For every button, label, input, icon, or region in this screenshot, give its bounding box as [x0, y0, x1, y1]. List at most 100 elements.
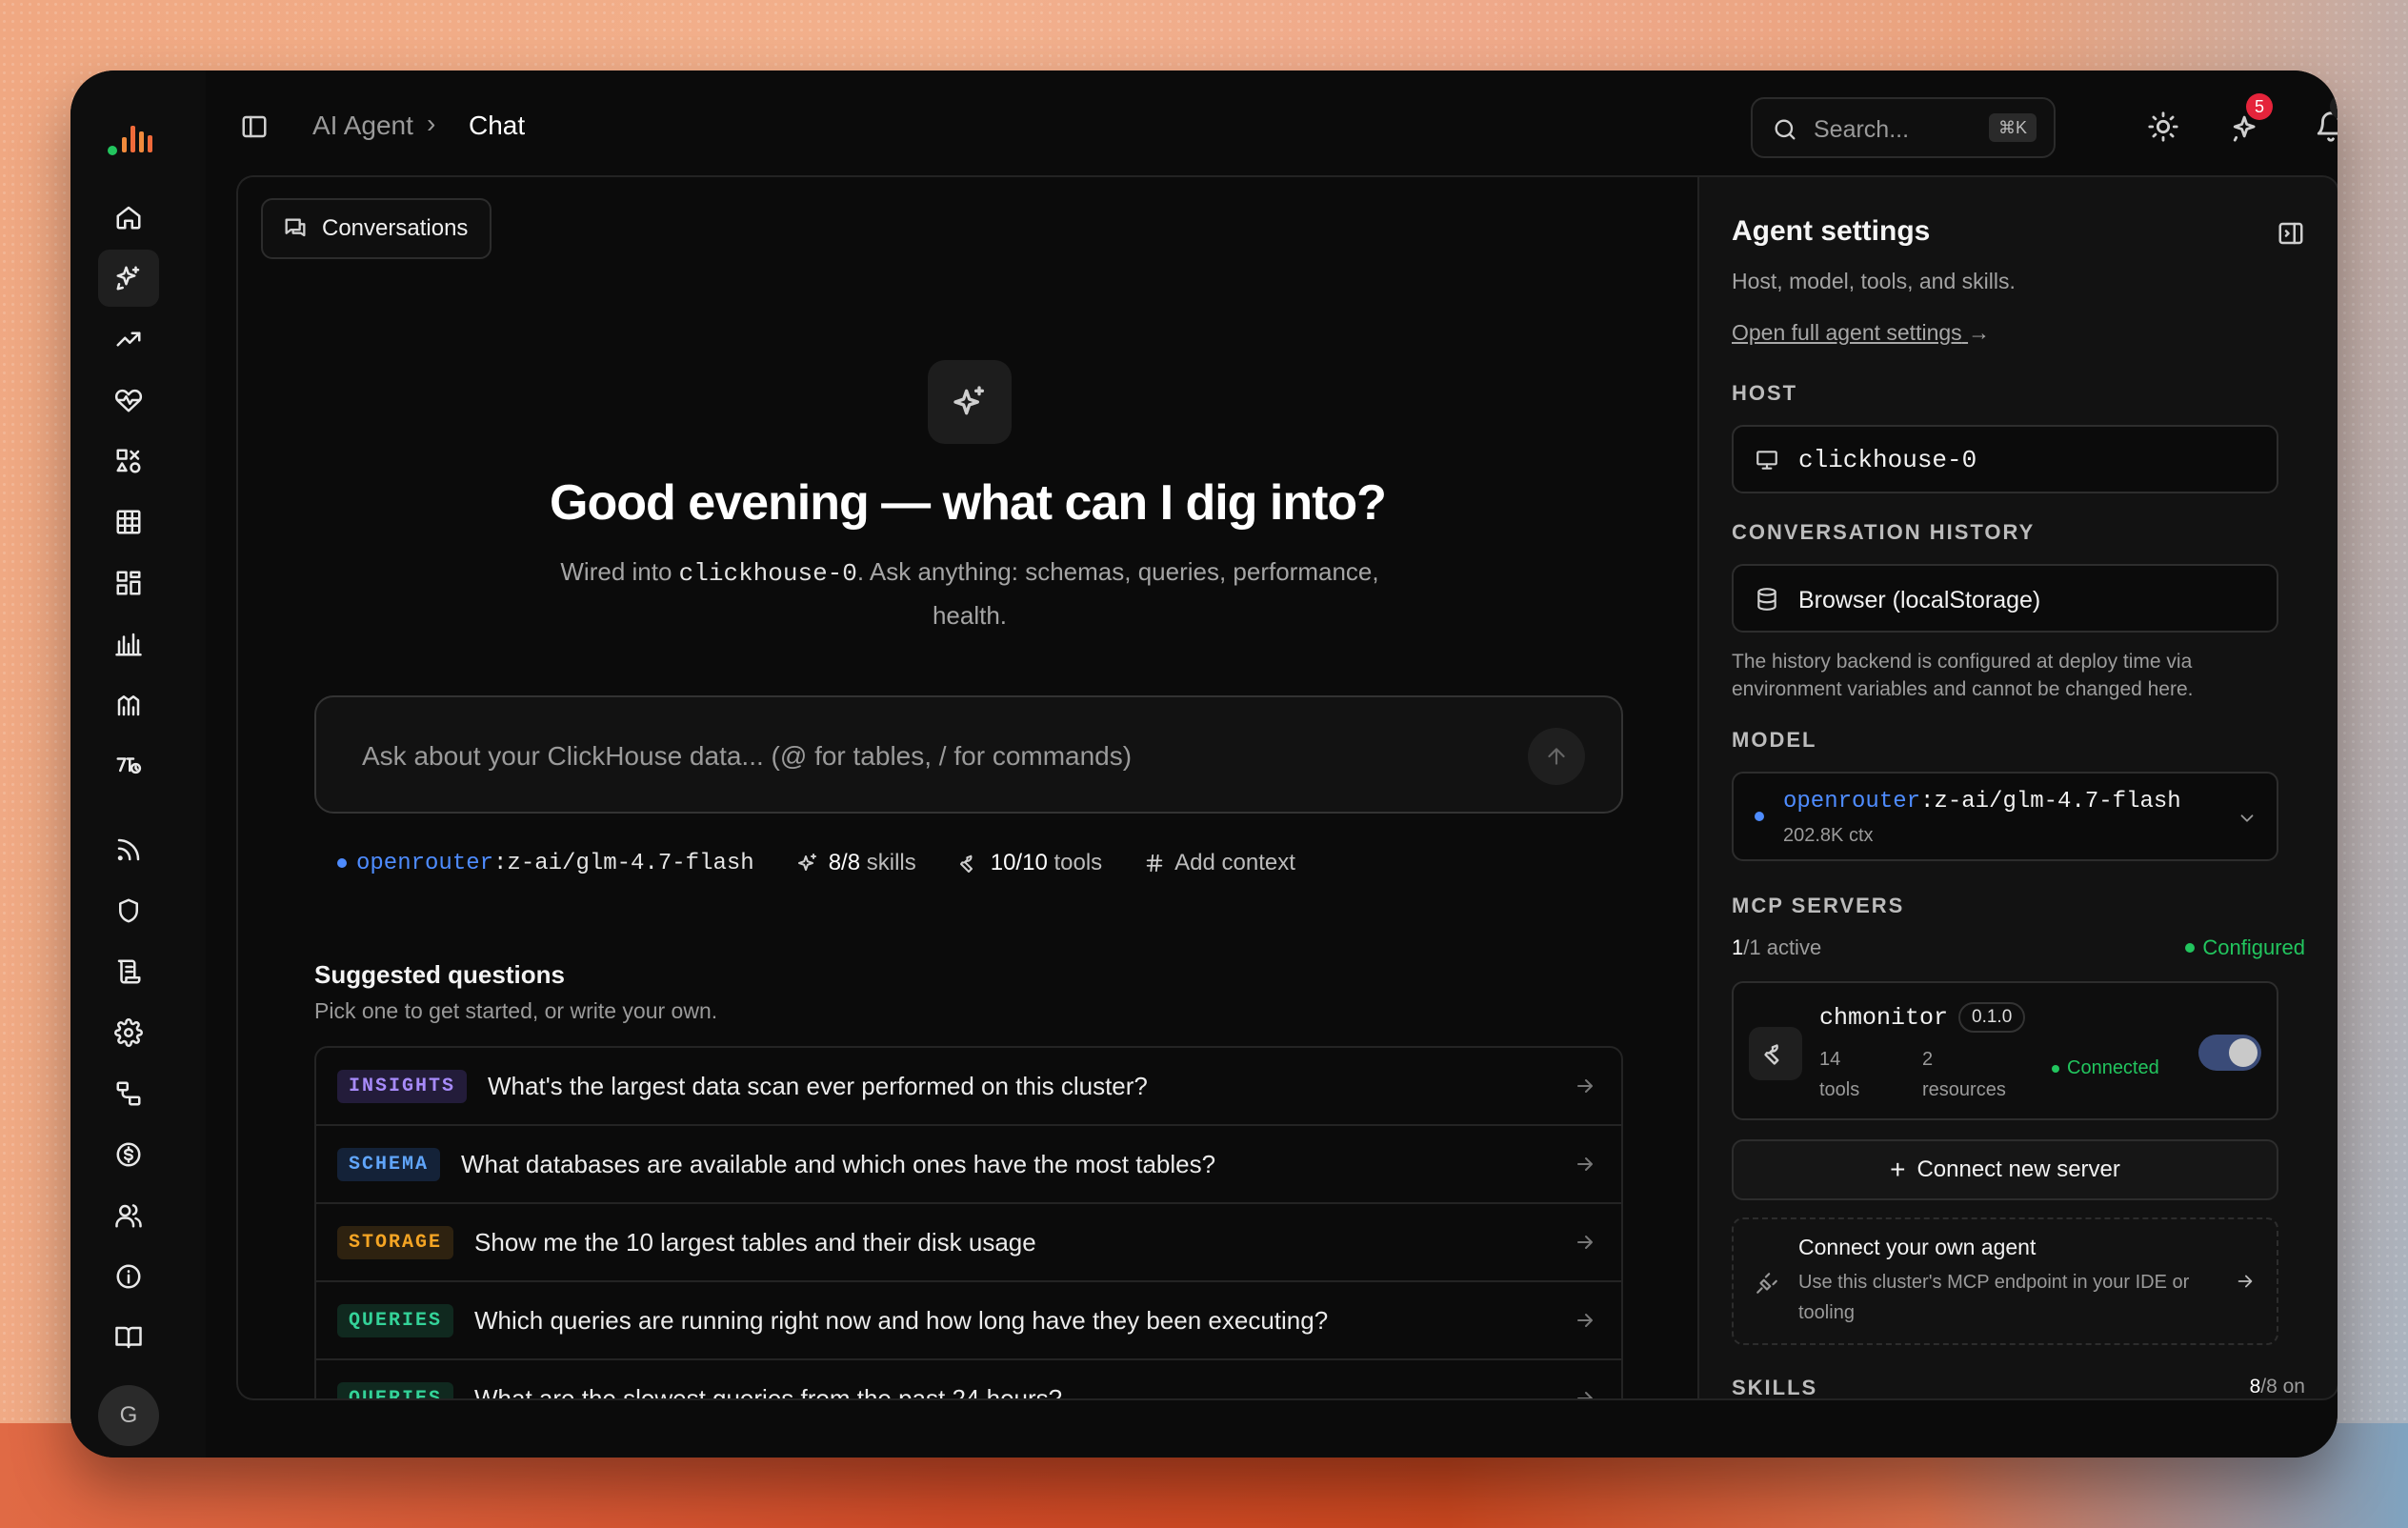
question-text: What databases are available and which o… [461, 1149, 1216, 1178]
arrow-right-icon [1577, 1157, 1593, 1171]
connect-own-agent-card[interactable]: Connect your own agent Use this cluster'… [1732, 1217, 2278, 1345]
status-dot [2052, 1064, 2059, 1073]
add-context-button[interactable]: Add context [1144, 850, 1295, 876]
category-tag: QUERIES [337, 1303, 454, 1337]
skills-on-count: 8/8 on [2250, 1376, 2305, 1398]
arrow-up-icon [1548, 748, 1565, 765]
plug-icon [1756, 1273, 1777, 1294]
about-nav[interactable] [98, 1248, 159, 1305]
subtitle-host: clickhouse-0 [678, 559, 857, 588]
dashboard-icon [116, 571, 141, 595]
shapes-nav[interactable] [98, 432, 159, 490]
breadcrumb-ai-agent[interactable]: AI Agent [312, 111, 413, 141]
model-name: :z-ai/glm-4.7-flash [493, 850, 754, 876]
agent-settings-panel: Agent settings Host, model, tools, and s… [1697, 175, 2338, 1400]
chevron-down-icon [2240, 814, 2254, 822]
arrow-right-icon [1577, 1392, 1593, 1398]
users-nav[interactable] [98, 1187, 159, 1244]
main-area: AI Agent › Chat Search... ⌘K 5 2 [206, 70, 2338, 1458]
category-tag: QUERIES [337, 1381, 454, 1398]
send-button[interactable] [1528, 728, 1585, 785]
dollar-circle-icon [116, 1142, 141, 1167]
server-tools-label: tools [1819, 1079, 1860, 1100]
subtitle-prefix: Wired into [560, 557, 679, 586]
metrics-nav[interactable] [98, 615, 159, 673]
docs-nav[interactable] [98, 1309, 159, 1366]
billing-nav[interactable] [98, 1126, 159, 1183]
mcp-server-card: chmonitor 0.1.0 14 tools 2 resources Conne… [1732, 981, 2278, 1120]
workflow-nav[interactable] [98, 1065, 159, 1122]
suggested-question[interactable]: QUERIES What are the slowest queries fro… [316, 1360, 1621, 1400]
history-field[interactable]: Browser (localStorage) [1732, 564, 2278, 633]
dashboard-nav[interactable] [98, 554, 159, 612]
host-label: HOST [1732, 381, 1798, 405]
sidebar-rail: G [70, 70, 206, 1458]
chat-bubbles-icon [285, 218, 306, 237]
book-open-icon [115, 1326, 142, 1349]
skills-selector[interactable]: 8/8 skills [796, 850, 916, 876]
health-nav[interactable] [98, 372, 159, 429]
composer-meta: openrouter:z-ai/glm-4.7-flash 8/8 skills… [337, 844, 1337, 882]
merges-nav[interactable] [98, 676, 159, 734]
panel-collapse-icon[interactable] [2277, 219, 2305, 248]
search-icon [1775, 119, 1796, 140]
connect-new-label: Connect new server [1916, 1156, 2120, 1182]
app-logo[interactable] [107, 112, 164, 160]
skills-label: SKILLS [1732, 1376, 1818, 1399]
breadcrumb-separator: › [427, 109, 436, 138]
host-field[interactable]: clickhouse-0 [1732, 425, 2278, 493]
tools-count-value: 10/10 [990, 850, 1048, 875]
settings-title: Agent settings [1732, 215, 1931, 247]
model-select[interactable]: openrouter:z-ai/glm-4.7-flash 202.8K ctx [1732, 772, 2278, 861]
server-enabled-toggle[interactable] [2198, 1035, 2261, 1071]
workflow-icon [116, 1081, 141, 1106]
merge-icon [117, 695, 140, 716]
ai-agent-nav[interactable] [98, 250, 159, 307]
heart-pulse-icon [114, 389, 143, 412]
tools-selector[interactable]: 10/10 tools [958, 850, 1102, 876]
sidebar-toggle-icon[interactable] [240, 112, 269, 141]
server-resources-label: resources [1922, 1079, 2006, 1100]
tools-count: 10/10 tools [991, 850, 1102, 876]
security-nav[interactable] [98, 882, 159, 939]
home-nav[interactable] [98, 189, 159, 246]
connect-new-server-button[interactable]: + Connect new server [1732, 1139, 2278, 1200]
sparkles-icon [116, 266, 140, 291]
mcp-status: Configured [2185, 935, 2305, 960]
scroll-icon [117, 959, 141, 984]
logs-nav[interactable] [98, 943, 159, 1000]
question-text: What's the largest data scan ever perfor… [488, 1071, 1148, 1100]
users-icon [115, 1204, 142, 1228]
suggested-list: INSIGHTS What's the largest data scan ev… [314, 1046, 1623, 1400]
suggested-question[interactable]: QUERIES Which queries are running right … [316, 1282, 1621, 1360]
suggested-question[interactable]: STORAGE Show me the 10 largest tables an… [316, 1204, 1621, 1282]
tables-nav[interactable] [98, 493, 159, 551]
trends-nav[interactable] [98, 311, 159, 368]
arrow-right-icon [2237, 1275, 2253, 1288]
question-text: What are the slowest queries from the pa… [474, 1383, 1063, 1400]
suggested-question[interactable]: INSIGHTS What's the largest data scan ev… [316, 1048, 1621, 1126]
search-input[interactable]: Search... ⌘K [1751, 97, 2056, 158]
feed-nav[interactable] [98, 821, 159, 878]
avatar[interactable]: G [98, 1385, 159, 1446]
mcp-active-value: 1 [1732, 935, 1744, 959]
prompt-input[interactable]: Ask about your ClickHouse data... (@ for… [314, 695, 1623, 814]
own-agent-title: Connect your own agent [1798, 1235, 2037, 1259]
arrow-right-icon [1577, 1236, 1593, 1249]
rss-icon [117, 838, 140, 861]
hero-badge [928, 360, 1012, 444]
open-full-settings-link[interactable]: Open full agent settings → [1732, 320, 1990, 346]
search-shortcut: ⌘K [1988, 113, 2037, 142]
conversations-button[interactable]: Conversations [261, 198, 492, 259]
history-nav[interactable] [98, 737, 159, 794]
settings-model-provider: openrouter [1783, 789, 1921, 814]
theme-toggle-button[interactable] [2147, 111, 2179, 143]
history-label: CONVERSATION HISTORY [1732, 520, 2036, 544]
skills-count-value: 8/8 [828, 850, 861, 875]
model-selector[interactable]: openrouter:z-ai/glm-4.7-flash [337, 851, 754, 876]
agent-count-badge: 5 [2246, 93, 2273, 120]
settings-nav[interactable] [98, 1004, 159, 1061]
category-tag: INSIGHTS [337, 1069, 468, 1103]
suggested-question[interactable]: SCHEMA What databases are available and … [316, 1126, 1621, 1204]
search-placeholder: Search... [1814, 116, 1910, 143]
